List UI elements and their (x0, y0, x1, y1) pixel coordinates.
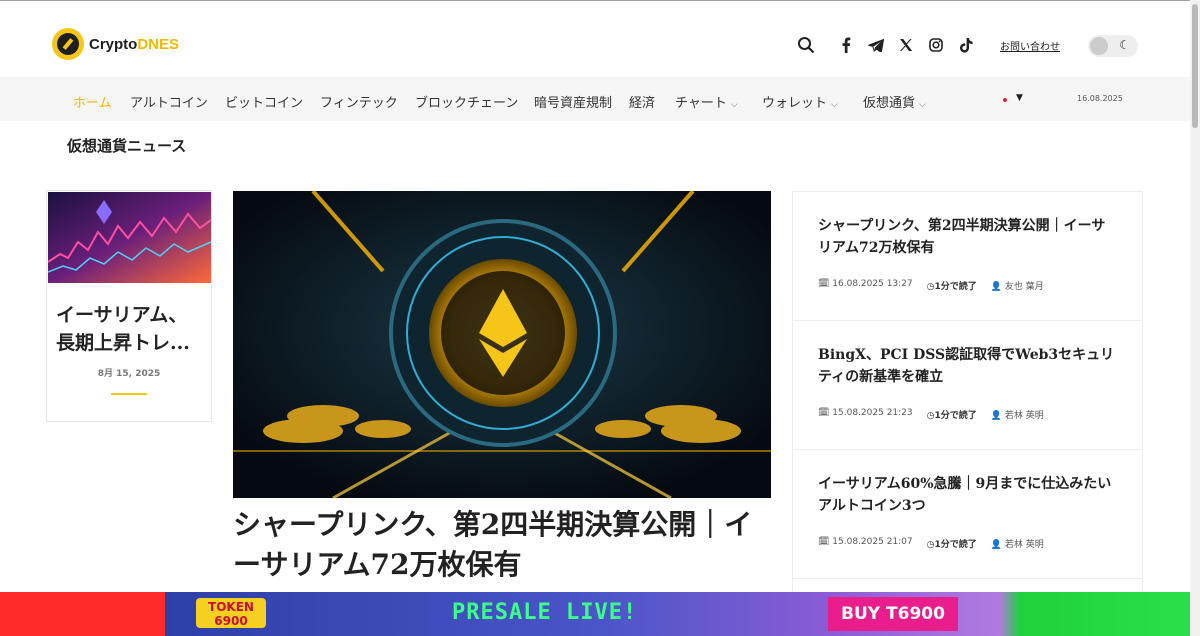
article-title[interactable]: イーサリアム、長期上昇トレ... (56, 301, 206, 357)
news-author: 👤 若林 英明 (990, 540, 1044, 550)
news-author: 👤 若林 英明 (990, 411, 1044, 421)
header-icons (797, 36, 988, 54)
nav-item-economy[interactable]: 経済 (629, 92, 655, 111)
nav-item-home[interactable]: ホーム (73, 92, 112, 111)
hero-article-title[interactable]: シャープリンク、第2四半期決算公開｜イーサリアム72万枚保有 (233, 505, 773, 585)
caret-down-icon[interactable]: ▼ (1016, 93, 1023, 103)
telegram-icon[interactable] (867, 36, 885, 54)
search-icon[interactable] (797, 36, 815, 54)
language-flag-icon[interactable] (1003, 98, 1007, 102)
list-item[interactable]: シャープリンク、第2四半期決算公開｜イーサリアム72万枚保有 🗓 16.08.2… (793, 192, 1142, 321)
news-meta: 🗓 16.08.2025 13:27 ◷1分で読了 👤 友也 葉月 (818, 279, 1044, 292)
news-title[interactable]: イーサリアム60%急騰｜9月までに仕込みたいアルトコイン3つ (818, 473, 1118, 517)
list-item[interactable]: イーサリアム60%急騰｜9月までに仕込みたいアルトコイン3つ 🗓 15.08.2… (793, 450, 1142, 579)
chevron-down-icon: ⌵ (831, 100, 838, 110)
buy-button[interactable]: BUY T6900 (828, 597, 958, 631)
news-meta: 🗓 15.08.2025 21:07 ◷1分で読了 👤 若林 英明 (818, 537, 1044, 550)
token-logo: TOKEN 6900 (196, 598, 266, 628)
presale-text: PRESALE LIVE! (452, 600, 638, 625)
nav-item-blockchain[interactable]: ブロックチェーン (415, 92, 518, 111)
site-logo[interactable]: CryptoDNES (52, 28, 179, 60)
hero-image[interactable] (233, 191, 771, 498)
news-title[interactable]: シャープリンク、第2四半期決算公開｜イーサリアム72万枚保有 (818, 215, 1118, 259)
nav-item-regulation[interactable]: 暗号資産規制 (534, 92, 612, 111)
chevron-down-icon: ⌵ (919, 100, 926, 110)
article-thumbnail[interactable] (48, 192, 211, 283)
toggle-knob (1090, 37, 1108, 55)
tiktok-icon[interactable] (957, 36, 975, 54)
news-list: シャープリンク、第2四半期決算公開｜イーサリアム72万枚保有 🗓 16.08.2… (792, 191, 1143, 611)
article-date: 8月 15, 2025 (97, 369, 161, 379)
logo-icon (52, 28, 84, 60)
scrollbar-thumb[interactable] (1192, 4, 1198, 128)
nav-item-wallet[interactable]: ウォレット ⌵ (762, 92, 838, 111)
moon-icon: ☾ (1119, 38, 1130, 52)
read-time: ◷1分で読了 (926, 282, 977, 292)
nav-item-crypto[interactable]: 仮想通貨 ⌵ (863, 92, 926, 111)
contact-link[interactable]: お問い合わせ (1000, 38, 1060, 53)
dark-mode-toggle[interactable]: ☾ (1088, 35, 1138, 57)
nav-item-bitcoin[interactable]: ビットコイン (225, 92, 303, 111)
current-date: 16.08.2025 (1077, 94, 1123, 103)
news-author: 👤 友也 葉月 (990, 282, 1044, 292)
news-date: 🗓 15.08.2025 21:23 (818, 408, 913, 418)
news-date: 🗓 16.08.2025 13:27 (818, 279, 913, 289)
main-nav: ホーム アルトコイン ビットコイン フィンテック ブロックチェーン 暗号資産規制… (0, 77, 1190, 121)
x-icon[interactable] (897, 36, 915, 54)
news-date: 🗓 15.08.2025 21:07 (818, 537, 913, 547)
list-item[interactable]: BingX、PCI DSS認証取得でWeb3セキュリティの新基準を確立 🗓 15… (793, 321, 1142, 450)
instagram-icon[interactable] (927, 36, 945, 54)
news-meta: 🗓 15.08.2025 21:23 ◷1分で読了 👤 若林 英明 (818, 408, 1044, 421)
section-title: 仮想通貨ニュース (67, 137, 187, 155)
side-article-card[interactable]: イーサリアム、長期上昇トレ... 8月 15, 2025 (46, 190, 212, 422)
read-time: ◷1分で読了 (926, 411, 977, 421)
facebook-icon[interactable] (837, 36, 855, 54)
site-header: CryptoDNES お問い合わせ ☾ (0, 1, 1190, 77)
read-time: ◷1分で読了 (926, 540, 977, 550)
news-title[interactable]: BingX、PCI DSS認証取得でWeb3セキュリティの新基準を確立 (818, 344, 1118, 388)
accent-divider (111, 393, 147, 395)
logo-text: CryptoDNES (89, 35, 180, 53)
nav-item-altcoin[interactable]: アルトコイン (130, 92, 208, 111)
chevron-down-icon: ⌵ (730, 100, 738, 110)
nav-item-fintech[interactable]: フィンテック (320, 92, 398, 111)
ad-banner[interactable]: TOKEN 6900 PRESALE LIVE! BUY T6900 (0, 592, 1190, 636)
nav-item-chart[interactable]: チャート ⌵ (675, 92, 738, 111)
